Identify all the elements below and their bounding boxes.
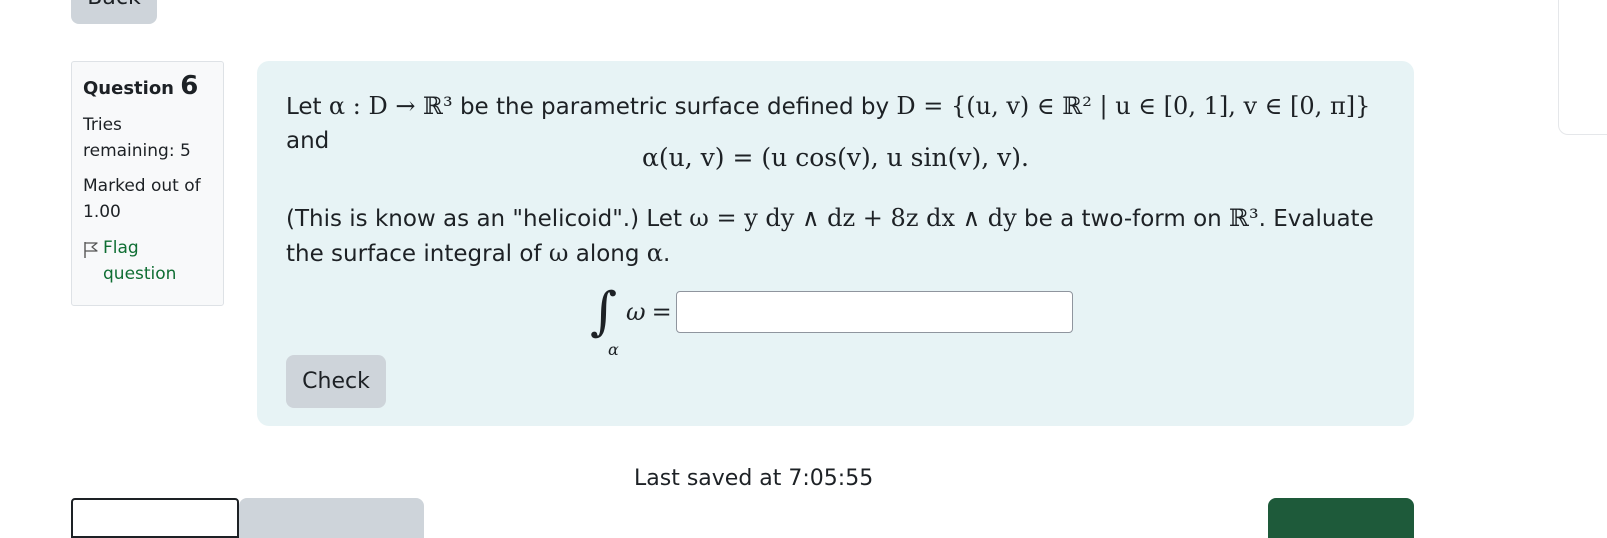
integral-integrand: ω	[626, 298, 646, 326]
flag-outline-icon	[84, 242, 98, 258]
integral-answer-row: ∫ α ω =	[590, 275, 1073, 358]
integral-symbol: ∫ α	[590, 286, 620, 358]
math-omega: ω	[548, 239, 569, 267]
integral-subscript: α	[608, 340, 619, 359]
math-two-form: ω = y dy ∧ dz + 8z dx ∧ dy	[689, 204, 1017, 232]
question-content: Let α : D → ℝ³ be the parametric surface…	[257, 61, 1414, 426]
answer-input[interactable]	[675, 291, 1073, 333]
secondary-nav-button[interactable]	[239, 498, 424, 538]
marked-out-of: Marked out of 1.00	[83, 176, 201, 222]
para2-along: along	[575, 241, 640, 267]
previous-page-button[interactable]	[71, 498, 239, 538]
math-domain: D = {(u, v) ∈ ℝ² | u ∈ [0, 1], v ∈ [0, π…	[896, 92, 1371, 120]
question-number-heading: Question 6	[83, 72, 212, 103]
text-let: Let	[286, 94, 322, 120]
integral-sign-glyph: ∫	[590, 282, 618, 342]
text-mid: be the parametric surface defined by	[459, 94, 890, 120]
tries-remaining: Tries remaining: 5	[83, 115, 191, 161]
display-formula: α(u, v) = (u cos(v), u sin(v), v).	[642, 143, 1029, 172]
flag-question-link[interactable]: Flag question	[83, 235, 212, 287]
math-map: α : D → ℝ³	[328, 92, 453, 120]
next-page-button[interactable]	[1268, 498, 1414, 538]
question-number: 6	[180, 71, 199, 101]
question-info-panel: Question 6 Tries remaining: 5 Marked out…	[71, 61, 224, 306]
back-button-label: Back	[87, 0, 140, 10]
math-alpha: α	[646, 239, 663, 267]
integral-equals: =	[651, 298, 672, 326]
question-paragraph-2: (This is know as an "helicoid".) Let ω =…	[286, 201, 1396, 271]
question-label: Question	[83, 78, 174, 99]
last-saved-status: Last saved at 7:05:55	[634, 466, 874, 491]
back-button[interactable]: Back	[71, 0, 157, 24]
para2-end: .	[663, 241, 671, 267]
para2-prefix: (This is know as an "helicoid".) Let	[286, 206, 682, 232]
flag-question-label: Flag question	[103, 238, 177, 284]
math-space: ℝ³	[1229, 204, 1259, 232]
check-button[interactable]: Check	[286, 355, 386, 408]
side-panel-edge	[1558, 0, 1607, 135]
para2-mid: be a two-form on	[1024, 206, 1222, 232]
